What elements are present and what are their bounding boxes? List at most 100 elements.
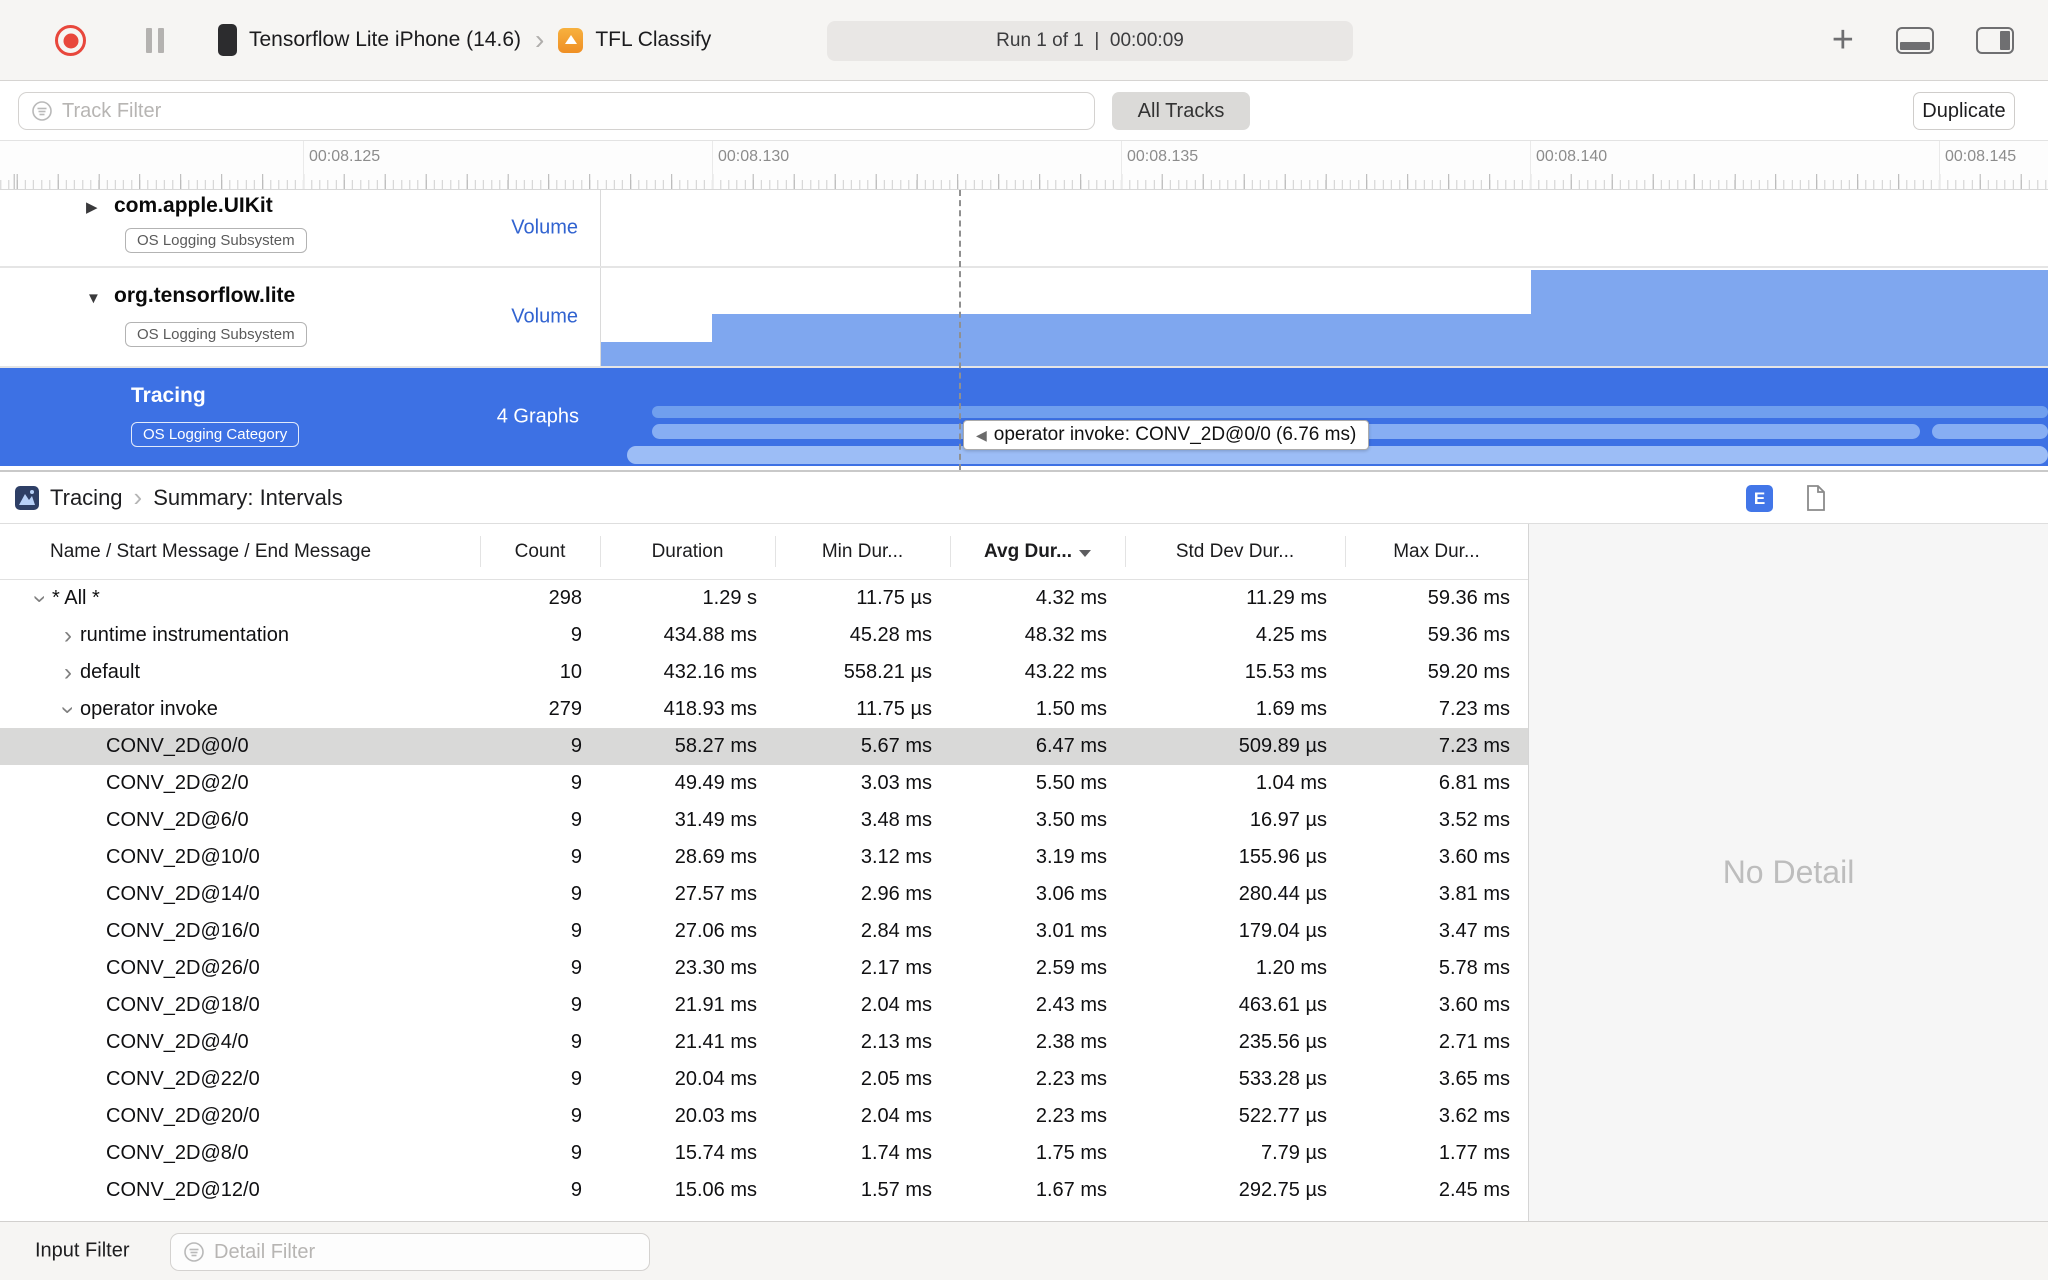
breadcrumb-root[interactable]: Tracing	[50, 485, 123, 511]
cell-stddev-duration: 463.61 µs	[1238, 994, 1327, 1016]
column-header-avg[interactable]: Avg Dur...	[950, 524, 1125, 579]
table-row[interactable]: CONV_2D@0/0 9 58.27 ms 5.67 ms 6.47 ms 509.89…	[0, 728, 1528, 765]
table-row[interactable]: CONV_2D@14/0 9 27.57 ms 2.96 ms 3.06 ms 280.4…	[0, 876, 1528, 913]
document-button[interactable]	[1806, 485, 1826, 516]
table-row[interactable]: CONV_2D@2/0 9 49.49 ms 3.03 ms 5.50 ms 1.04 m…	[0, 765, 1528, 802]
disclosure-collapsed-icon[interactable]: ›	[56, 660, 80, 685]
cell-stddev-duration: 4.25 ms	[1255, 624, 1327, 646]
ruler-major-ticks	[0, 174, 2048, 189]
cell-min-duration: 45.28 ms	[849, 624, 932, 646]
row-name: CONV_2D@8/0	[106, 1142, 249, 1164]
table-row[interactable]: CONV_2D@16/0 9 27.06 ms 2.84 ms 3.01 ms 179.0…	[0, 913, 1528, 950]
track-header[interactable]: Tracing OS Logging Category 4 Graphs	[0, 368, 601, 466]
playhead-line[interactable]	[959, 190, 961, 470]
table-row[interactable]: CONV_2D@22/0 9 20.04 ms 2.05 ms 2.23 ms 533.2…	[0, 1061, 1528, 1098]
track-filter-field[interactable]	[18, 92, 1095, 130]
tooltip-arrow-left-icon: ◀	[976, 426, 987, 443]
disclosure-collapsed-icon[interactable]: ▶	[86, 198, 98, 216]
table-row[interactable]: CONV_2D@20/0 9 20.03 ms 2.04 ms 2.23 ms 522.7…	[0, 1098, 1528, 1135]
cell-min-duration: 2.84 ms	[860, 920, 932, 942]
cell-max-duration: 1.77 ms	[1438, 1142, 1510, 1164]
table-row[interactable]: CONV_2D@6/0 9 31.49 ms 3.48 ms 3.50 ms 16.97 …	[0, 802, 1528, 839]
disclosure-expanded-icon[interactable]: ▼	[86, 290, 101, 307]
track-header[interactable]: ▶ com.apple.UIKit OS Logging Subsystem V…	[0, 190, 601, 266]
table-row[interactable]: › * All * 298 1.29 s 11.75 µs 4.32 ms 11.29 ms…	[0, 580, 1528, 617]
track-header[interactable]: ▼ org.tensorflow.lite OS Logging Subsyst…	[0, 268, 601, 366]
table-row[interactable]: CONV_2D@26/0 9 23.30 ms 2.17 ms 2.59 ms 1.20 …	[0, 950, 1528, 987]
cell-count: 279	[548, 698, 582, 720]
table-row[interactable]: CONV_2D@18/0 9 21.91 ms 2.04 ms 2.43 ms 463.6…	[0, 987, 1528, 1024]
cell-duration: 432.16 ms	[663, 661, 757, 683]
pause-button[interactable]	[146, 28, 164, 53]
chevron-right-icon: ›	[133, 482, 143, 512]
cell-duration: 27.06 ms	[674, 920, 757, 942]
cell-count: 9	[570, 957, 582, 979]
bottom-filter-bar: Input Filter	[0, 1221, 2048, 1280]
interval-bar	[652, 406, 2048, 418]
cell-min-duration: 3.48 ms	[860, 809, 932, 831]
cell-stddev-duration: 15.53 ms	[1244, 661, 1327, 683]
column-header-stddev[interactable]: Std Dev Dur...	[1125, 524, 1345, 579]
cell-count: 10	[559, 661, 582, 683]
table-row[interactable]: › default 10 432.16 ms 558.21 µs 43.22 ms 15.5…	[0, 654, 1528, 691]
main-toolbar: Tensorflow Lite iPhone (14.6) › TFL Clas…	[0, 0, 2048, 81]
target-selector[interactable]: Tensorflow Lite iPhone (14.6) › TFL Clas…	[218, 0, 711, 80]
record-button[interactable]	[55, 25, 86, 56]
toggle-right-pane-button[interactable]	[1976, 26, 2014, 54]
document-icon	[1807, 485, 1825, 511]
row-name: CONV_2D@2/0	[106, 772, 249, 794]
ruler-gridline	[1939, 141, 1940, 189]
cell-max-duration: 7.23 ms	[1438, 735, 1510, 757]
table-row[interactable]: CONV_2D@10/0 9 28.69 ms 3.12 ms 3.19 ms 155.9…	[0, 839, 1528, 876]
column-header-name[interactable]: Name / Start Message / End Message	[0, 524, 480, 579]
duplicate-button[interactable]: Duplicate	[1913, 92, 2015, 130]
row-name: CONV_2D@20/0	[106, 1105, 260, 1127]
disclosure-collapsed-icon[interactable]: ›	[56, 623, 80, 648]
table-row[interactable]: › runtime instrumentation 9 434.88 ms 45.28 …	[0, 617, 1528, 654]
tracing-instrument-icon	[15, 485, 39, 510]
cell-count: 9	[570, 846, 582, 868]
track-filter-input[interactable]	[62, 99, 1082, 123]
track-filter-bar: All Tracks Duplicate	[0, 81, 2048, 141]
column-header-count[interactable]: Count	[480, 524, 600, 579]
cell-avg-duration: 1.50 ms	[1035, 698, 1107, 720]
volume-bar	[601, 342, 712, 366]
cell-max-duration: 2.45 ms	[1438, 1179, 1510, 1201]
cell-min-duration: 2.96 ms	[860, 883, 932, 905]
disclosure-expanded-icon[interactable]: ›	[55, 698, 82, 722]
track-com-apple-uikit[interactable]: ▶ com.apple.UIKit OS Logging Subsystem V…	[0, 190, 2048, 268]
cell-avg-duration: 2.23 ms	[1035, 1105, 1107, 1127]
row-name-cell: CONV_2D@2/0	[0, 765, 480, 802]
all-tracks-button[interactable]: All Tracks	[1112, 92, 1250, 130]
row-name-cell: › operator invoke	[0, 691, 480, 728]
toggle-bottom-pane-button[interactable]	[1896, 26, 1934, 54]
column-header-min[interactable]: Min Dur...	[775, 524, 950, 579]
expanded-detail-button[interactable]: E	[1746, 485, 1773, 512]
timeline-ruler[interactable]: 00:08.125 00:08.130 00:08.135 00:08.140 00:0…	[0, 141, 2048, 190]
add-instrument-button[interactable]: +	[1832, 21, 1854, 59]
cell-avg-duration: 2.59 ms	[1035, 957, 1107, 979]
detail-filter-field[interactable]	[170, 1233, 650, 1271]
table-row[interactable]: CONV_2D@12/0 9 15.06 ms 1.57 ms 1.67 ms 292.7…	[0, 1172, 1528, 1209]
table-row[interactable]: CONV_2D@4/0 9 21.41 ms 2.13 ms 2.38 ms 235.56…	[0, 1024, 1528, 1061]
disclosure-expanded-icon[interactable]: ›	[27, 587, 54, 611]
cell-max-duration: 59.36 ms	[1427, 587, 1510, 609]
track-org-tensorflow-lite[interactable]: ▼ org.tensorflow.lite OS Logging Subsyst…	[0, 268, 2048, 368]
cell-max-duration: 3.52 ms	[1438, 809, 1510, 831]
column-header-duration[interactable]: Duration	[600, 524, 775, 579]
cell-avg-duration: 2.38 ms	[1035, 1031, 1107, 1053]
column-header-max[interactable]: Max Dur...	[1345, 524, 1528, 579]
cell-duration: 49.49 ms	[674, 772, 757, 794]
cell-stddev-duration: 1.20 ms	[1255, 957, 1327, 979]
cell-duration: 58.27 ms	[674, 735, 757, 757]
cell-max-duration: 59.20 ms	[1427, 661, 1510, 683]
table-row[interactable]: › operator invoke 279 418.93 ms 11.75 µs 1.50…	[0, 691, 1528, 728]
table-row[interactable]: CONV_2D@8/0 9 15.74 ms 1.74 ms 1.75 ms 7.79 µ…	[0, 1135, 1528, 1172]
track-tracing[interactable]: Tracing OS Logging Category 4 Graphs ◀ o…	[0, 368, 2048, 466]
cell-max-duration: 59.36 ms	[1427, 624, 1510, 646]
ruler-label: 00:08.145	[1945, 148, 2017, 165]
cell-max-duration: 3.60 ms	[1438, 994, 1510, 1016]
detail-filter-input[interactable]	[214, 1240, 637, 1264]
breadcrumb-leaf[interactable]: Summary: Intervals	[153, 485, 343, 511]
table-body: › * All * 298 1.29 s 11.75 µs 4.32 ms 11.29 ms…	[0, 580, 1528, 1209]
